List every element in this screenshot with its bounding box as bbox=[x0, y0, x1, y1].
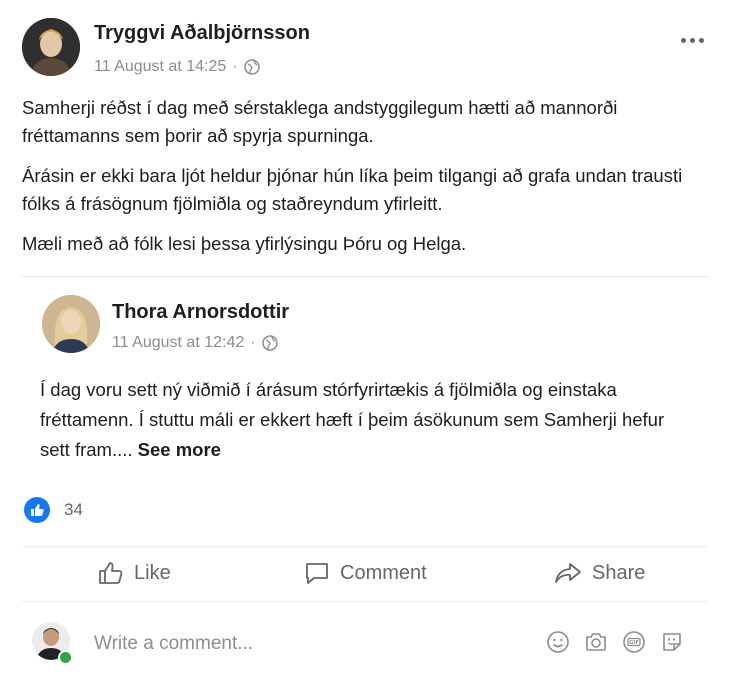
post-timestamp[interactable]: 11 August at 14:25 bbox=[94, 58, 226, 76]
composer-icons: GIF bbox=[546, 630, 684, 654]
like-reaction-icon bbox=[24, 497, 50, 523]
share-icon bbox=[555, 563, 581, 583]
shared-author-avatar[interactable] bbox=[42, 295, 100, 353]
post-paragraph-2: Árásin er ekki bara ljót heldur þjónar h… bbox=[22, 165, 683, 214]
author-name[interactable]: Tryggvi Aðalbjörnsson bbox=[94, 22, 310, 45]
online-status-indicator bbox=[58, 650, 73, 665]
post-meta: 11 August at 14:25 · bbox=[94, 58, 260, 76]
shared-text-body: Í dag voru sett ný viðmið í árásum stórf… bbox=[40, 379, 665, 460]
shared-meta: 11 August at 12:42 · bbox=[112, 334, 278, 352]
post-paragraph-3: Mæli með að fólk lesi þessa yfirlýsingu … bbox=[22, 233, 467, 254]
shared-post[interactable]: Thora Arnorsdottir 11 August at 12:42 · … bbox=[22, 276, 708, 477]
share-button[interactable]: Share bbox=[554, 561, 645, 585]
shared-post-text: Í dag voru sett ný viðmið í árásum stórf… bbox=[40, 375, 690, 465]
meta-separator: · bbox=[232, 58, 238, 75]
sticker-icon[interactable] bbox=[660, 630, 684, 654]
post-paragraph-1: Samherji réðst í dag með sérstaklega and… bbox=[22, 97, 618, 146]
post-body: Samherji réðst í dag með sérstaklega and… bbox=[22, 94, 702, 270]
comment-label: Comment bbox=[340, 561, 427, 584]
like-label: Like bbox=[134, 561, 171, 584]
gif-icon[interactable]: GIF bbox=[622, 630, 646, 654]
meta-separator: · bbox=[250, 334, 256, 351]
shared-timestamp[interactable]: 11 August at 12:42 bbox=[112, 334, 244, 352]
emoji-icon[interactable] bbox=[546, 630, 570, 654]
svg-text:GIF: GIF bbox=[629, 640, 639, 646]
comment-icon bbox=[306, 563, 328, 584]
share-label: Share bbox=[592, 561, 646, 584]
more-options-icon[interactable] bbox=[674, 30, 710, 50]
shared-author-name[interactable]: Thora Arnorsdottir bbox=[112, 301, 289, 324]
thumbs-up-icon bbox=[99, 562, 123, 584]
action-bar: Like Comment Share bbox=[22, 546, 708, 602]
comment-composer: GIF bbox=[22, 618, 714, 668]
reactions-summary[interactable]: 34 bbox=[24, 497, 83, 523]
see-more-link[interactable]: See more bbox=[138, 439, 221, 460]
author-avatar[interactable] bbox=[22, 18, 80, 76]
globe-icon bbox=[261, 335, 278, 351]
reaction-count: 34 bbox=[64, 500, 83, 519]
comment-button[interactable]: Comment bbox=[304, 561, 427, 585]
camera-icon[interactable] bbox=[584, 630, 608, 654]
like-button[interactable]: Like bbox=[98, 561, 171, 585]
facebook-post: Tryggvi Aðalbjörnsson 11 August at 14:25… bbox=[0, 0, 730, 680]
globe-icon bbox=[243, 59, 260, 75]
